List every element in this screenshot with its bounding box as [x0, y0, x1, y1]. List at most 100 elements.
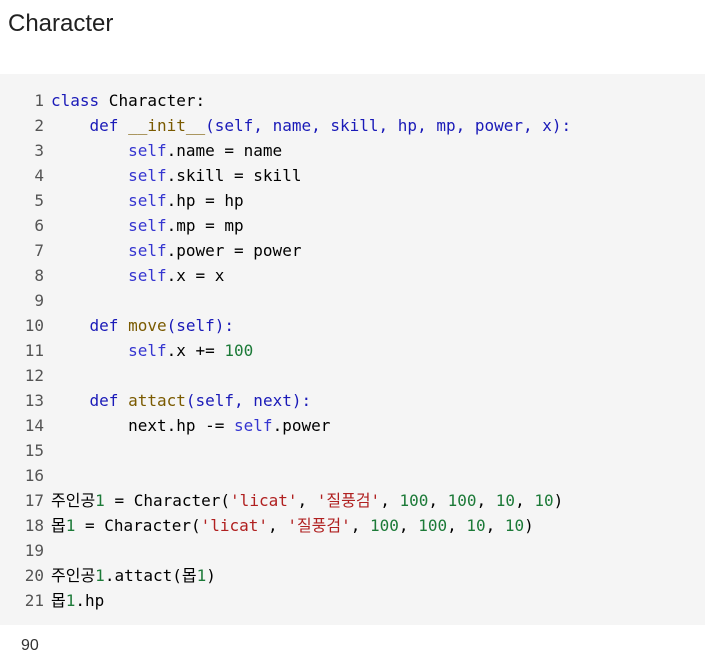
- line-number: 19: [24, 541, 44, 560]
- code-line[interactable]: 17 주인공1 = Character('licat', '질풍검', 100, …: [0, 488, 705, 513]
- code-token: ): [206, 566, 216, 585]
- code-token: .name = name: [166, 141, 283, 160]
- code-token: = Character(: [104, 491, 231, 510]
- code-line[interactable]: 5 self.hp = hp: [0, 188, 705, 213]
- code-token: .attact(몹: [104, 566, 197, 585]
- line-number: 5: [34, 191, 44, 210]
- code-cell[interactable]: 1 class Character: 2 def __init__(self, na…: [0, 74, 705, 625]
- code-line[interactable]: 1 class Character:: [0, 88, 705, 113]
- code-token: 1: [95, 491, 105, 510]
- code-token: 몹: [51, 516, 66, 535]
- code-token: 10: [534, 491, 554, 510]
- code-token: ,: [268, 516, 288, 535]
- line-code: self.power = power: [44, 238, 301, 263]
- line-number: 7: [34, 241, 44, 260]
- code-token: .hp = hp: [166, 191, 244, 210]
- code-token: 10: [504, 516, 525, 535]
- line-code: 주인공1 = Character('licat', '질풍검', 100, 10…: [44, 488, 563, 513]
- code-token: ): [524, 516, 534, 535]
- code-token: (self, next):: [185, 391, 312, 410]
- line-number: 3: [34, 141, 44, 160]
- code-token: 몹: [51, 591, 66, 610]
- code-token: 주인공: [51, 566, 96, 585]
- code-line[interactable]: 10 def move(self):: [0, 313, 705, 338]
- code-line[interactable]: 12: [0, 363, 705, 388]
- code-token: .hp: [75, 591, 105, 610]
- code-token: .power: [272, 416, 331, 435]
- code-editor[interactable]: 1 class Character: 2 def __init__(self, na…: [0, 88, 705, 613]
- code-token: def: [89, 116, 119, 135]
- line-code: self.name = name: [44, 138, 282, 163]
- code-token: def: [89, 316, 119, 335]
- code-line[interactable]: 14 next.hp -= self.power: [0, 413, 705, 438]
- code-token: .x +=: [166, 341, 225, 360]
- line-code: self.skill = skill: [44, 163, 301, 188]
- code-token: ,: [447, 516, 467, 535]
- code-line[interactable]: 20 주인공1.attact(몹1): [0, 563, 705, 588]
- code-token: ,: [380, 491, 400, 510]
- code-line[interactable]: 15: [0, 438, 705, 463]
- code-token: class: [51, 91, 100, 110]
- code-token: 10: [466, 516, 486, 535]
- code-line[interactable]: 21 몹1.hp: [0, 588, 705, 613]
- line-number: 20: [24, 566, 44, 585]
- code-token: 1: [65, 591, 76, 610]
- code-token: self: [128, 241, 167, 260]
- line-number: 18: [24, 516, 44, 535]
- line-number: 21: [24, 591, 44, 610]
- code-line[interactable]: 2 def __init__(self, name, skill, hp, mp…: [0, 113, 705, 138]
- code-line[interactable]: 6 self.mp = mp: [0, 213, 705, 238]
- code-line[interactable]: 18 몹1 = Character('licat', '질풍검', 100, 10…: [0, 513, 705, 538]
- code-token: self: [128, 141, 167, 160]
- code-token: = Character(: [75, 516, 201, 535]
- line-number: 2: [34, 116, 44, 135]
- code-line[interactable]: 3 self.name = name: [0, 138, 705, 163]
- line-code: 주인공1.attact(몹1): [44, 563, 216, 588]
- code-line[interactable]: 9: [0, 288, 705, 313]
- line-code: def __init__(self, name, skill, hp, mp, …: [44, 113, 572, 138]
- line-code: self.hp = hp: [44, 188, 244, 213]
- code-token: '질풍검': [316, 491, 381, 510]
- code-token: move: [128, 316, 167, 335]
- line-code: self.x += 100: [44, 338, 253, 363]
- line-code: class Character:: [44, 88, 205, 113]
- code-token: self: [128, 166, 167, 185]
- line-number: 12: [24, 366, 44, 385]
- line-code: def move(self):: [44, 313, 235, 338]
- code-line[interactable]: 11 self.x += 100: [0, 338, 705, 363]
- code-token: (self, name, skill, hp, mp, power, x):: [205, 116, 572, 135]
- line-code: next.hp -= self.power: [44, 413, 330, 438]
- code-token: def: [89, 391, 119, 410]
- code-token: 10: [495, 491, 516, 510]
- line-number: 16: [24, 466, 44, 485]
- line-number: 17: [24, 491, 44, 510]
- code-token: attact: [128, 391, 186, 410]
- code-token: 100: [399, 491, 429, 510]
- code-line[interactable]: 8 self.x = x: [0, 263, 705, 288]
- line-number: 13: [24, 391, 44, 410]
- code-token: '질풍검': [287, 516, 351, 535]
- code-token: ): [553, 491, 564, 510]
- code-token: 100: [418, 516, 448, 535]
- code-token: .x = x: [166, 266, 225, 285]
- code-token: 'licat': [230, 491, 298, 510]
- code-token: 100: [224, 341, 254, 360]
- code-line[interactable]: 16: [0, 463, 705, 488]
- line-number: 4: [34, 166, 44, 185]
- code-line[interactable]: 4 self.skill = skill: [0, 163, 705, 188]
- code-line[interactable]: 19: [0, 538, 705, 563]
- code-line[interactable]: 7 self.power = power: [0, 238, 705, 263]
- code-token: ,: [350, 516, 371, 535]
- code-token: 1: [196, 566, 207, 585]
- page-title: Character: [8, 10, 114, 37]
- code-token: .power = power: [166, 241, 302, 260]
- code-line[interactable]: 13 def attact(self, next):: [0, 388, 705, 413]
- code-token: 주인공: [51, 491, 96, 510]
